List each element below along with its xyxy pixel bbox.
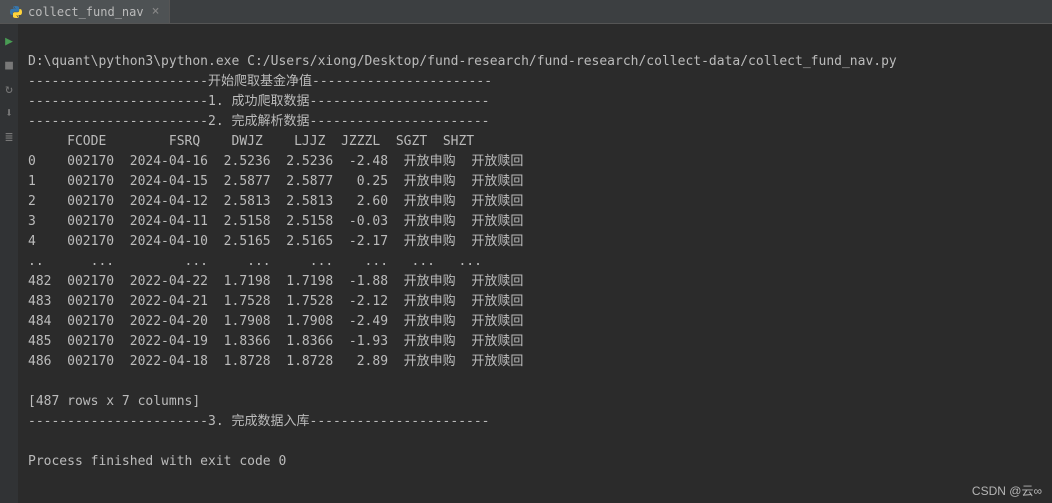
table-row: 486 002170 2022-04-18 1.8728 1.8728 2.89…: [28, 354, 523, 369]
watermark: CSDN @云∞: [972, 482, 1042, 499]
run-icon[interactable]: ▶: [2, 34, 16, 48]
table-row: 485 002170 2022-04-19 1.8366 1.8366 -1.9…: [28, 334, 523, 349]
debug-icon[interactable]: ⬇: [2, 106, 16, 120]
tab-bar: collect_fund_nav ×: [0, 0, 1052, 24]
command-line: D:\quant\python3\python.exe C:/Users/xio…: [28, 54, 897, 69]
run-gutter: ▶ ■ ↻ ⬇ ≣: [0, 24, 18, 503]
table-row: 4 002170 2024-04-10 2.5165 2.5165 -2.17 …: [28, 234, 523, 249]
main-area: ▶ ■ ↻ ⬇ ≣ D:\quant\python3\python.exe C:…: [0, 24, 1052, 503]
tab-collect-fund-nav[interactable]: collect_fund_nav ×: [0, 0, 170, 23]
console-output[interactable]: D:\quant\python3\python.exe C:/Users/xio…: [18, 24, 1052, 503]
table-ellipsis: .. ... ... ... ... ... ... ...: [28, 254, 482, 269]
separator-3: -----------------------3. 完成数据入库--------…: [28, 414, 490, 429]
rerun-icon[interactable]: ↻: [2, 82, 16, 96]
layout-icon[interactable]: ≣: [2, 130, 16, 144]
table-row: 482 002170 2022-04-22 1.7198 1.7198 -1.8…: [28, 274, 523, 289]
table-row: 0 002170 2024-04-16 2.5236 2.5236 -2.48 …: [28, 154, 523, 169]
table-row: 1 002170 2024-04-15 2.5877 2.5877 0.25 开…: [28, 174, 523, 189]
separator-1: -----------------------1. 成功爬取数据--------…: [28, 94, 490, 109]
separator-start: -----------------------开始爬取基金净值---------…: [28, 74, 492, 89]
tab-label: collect_fund_nav: [28, 5, 144, 19]
table-row: 483 002170 2022-04-21 1.7528 1.7528 -2.1…: [28, 294, 523, 309]
table-row: 3 002170 2024-04-11 2.5158 2.5158 -0.03 …: [28, 214, 523, 229]
python-icon: [10, 6, 22, 18]
summary-line: [487 rows x 7 columns]: [28, 394, 200, 409]
separator-2: -----------------------2. 完成解析数据--------…: [28, 114, 490, 129]
table-header: FCODE FSRQ DWJZ LJJZ JZZZL SGZT SHZT: [28, 134, 474, 149]
table-row: 484 002170 2022-04-20 1.7908 1.7908 -2.4…: [28, 314, 523, 329]
stop-icon[interactable]: ■: [2, 58, 16, 72]
process-finished: Process finished with exit code 0: [28, 454, 286, 469]
close-icon[interactable]: ×: [152, 4, 160, 19]
table-row: 2 002170 2024-04-12 2.5813 2.5813 2.60 开…: [28, 194, 523, 209]
